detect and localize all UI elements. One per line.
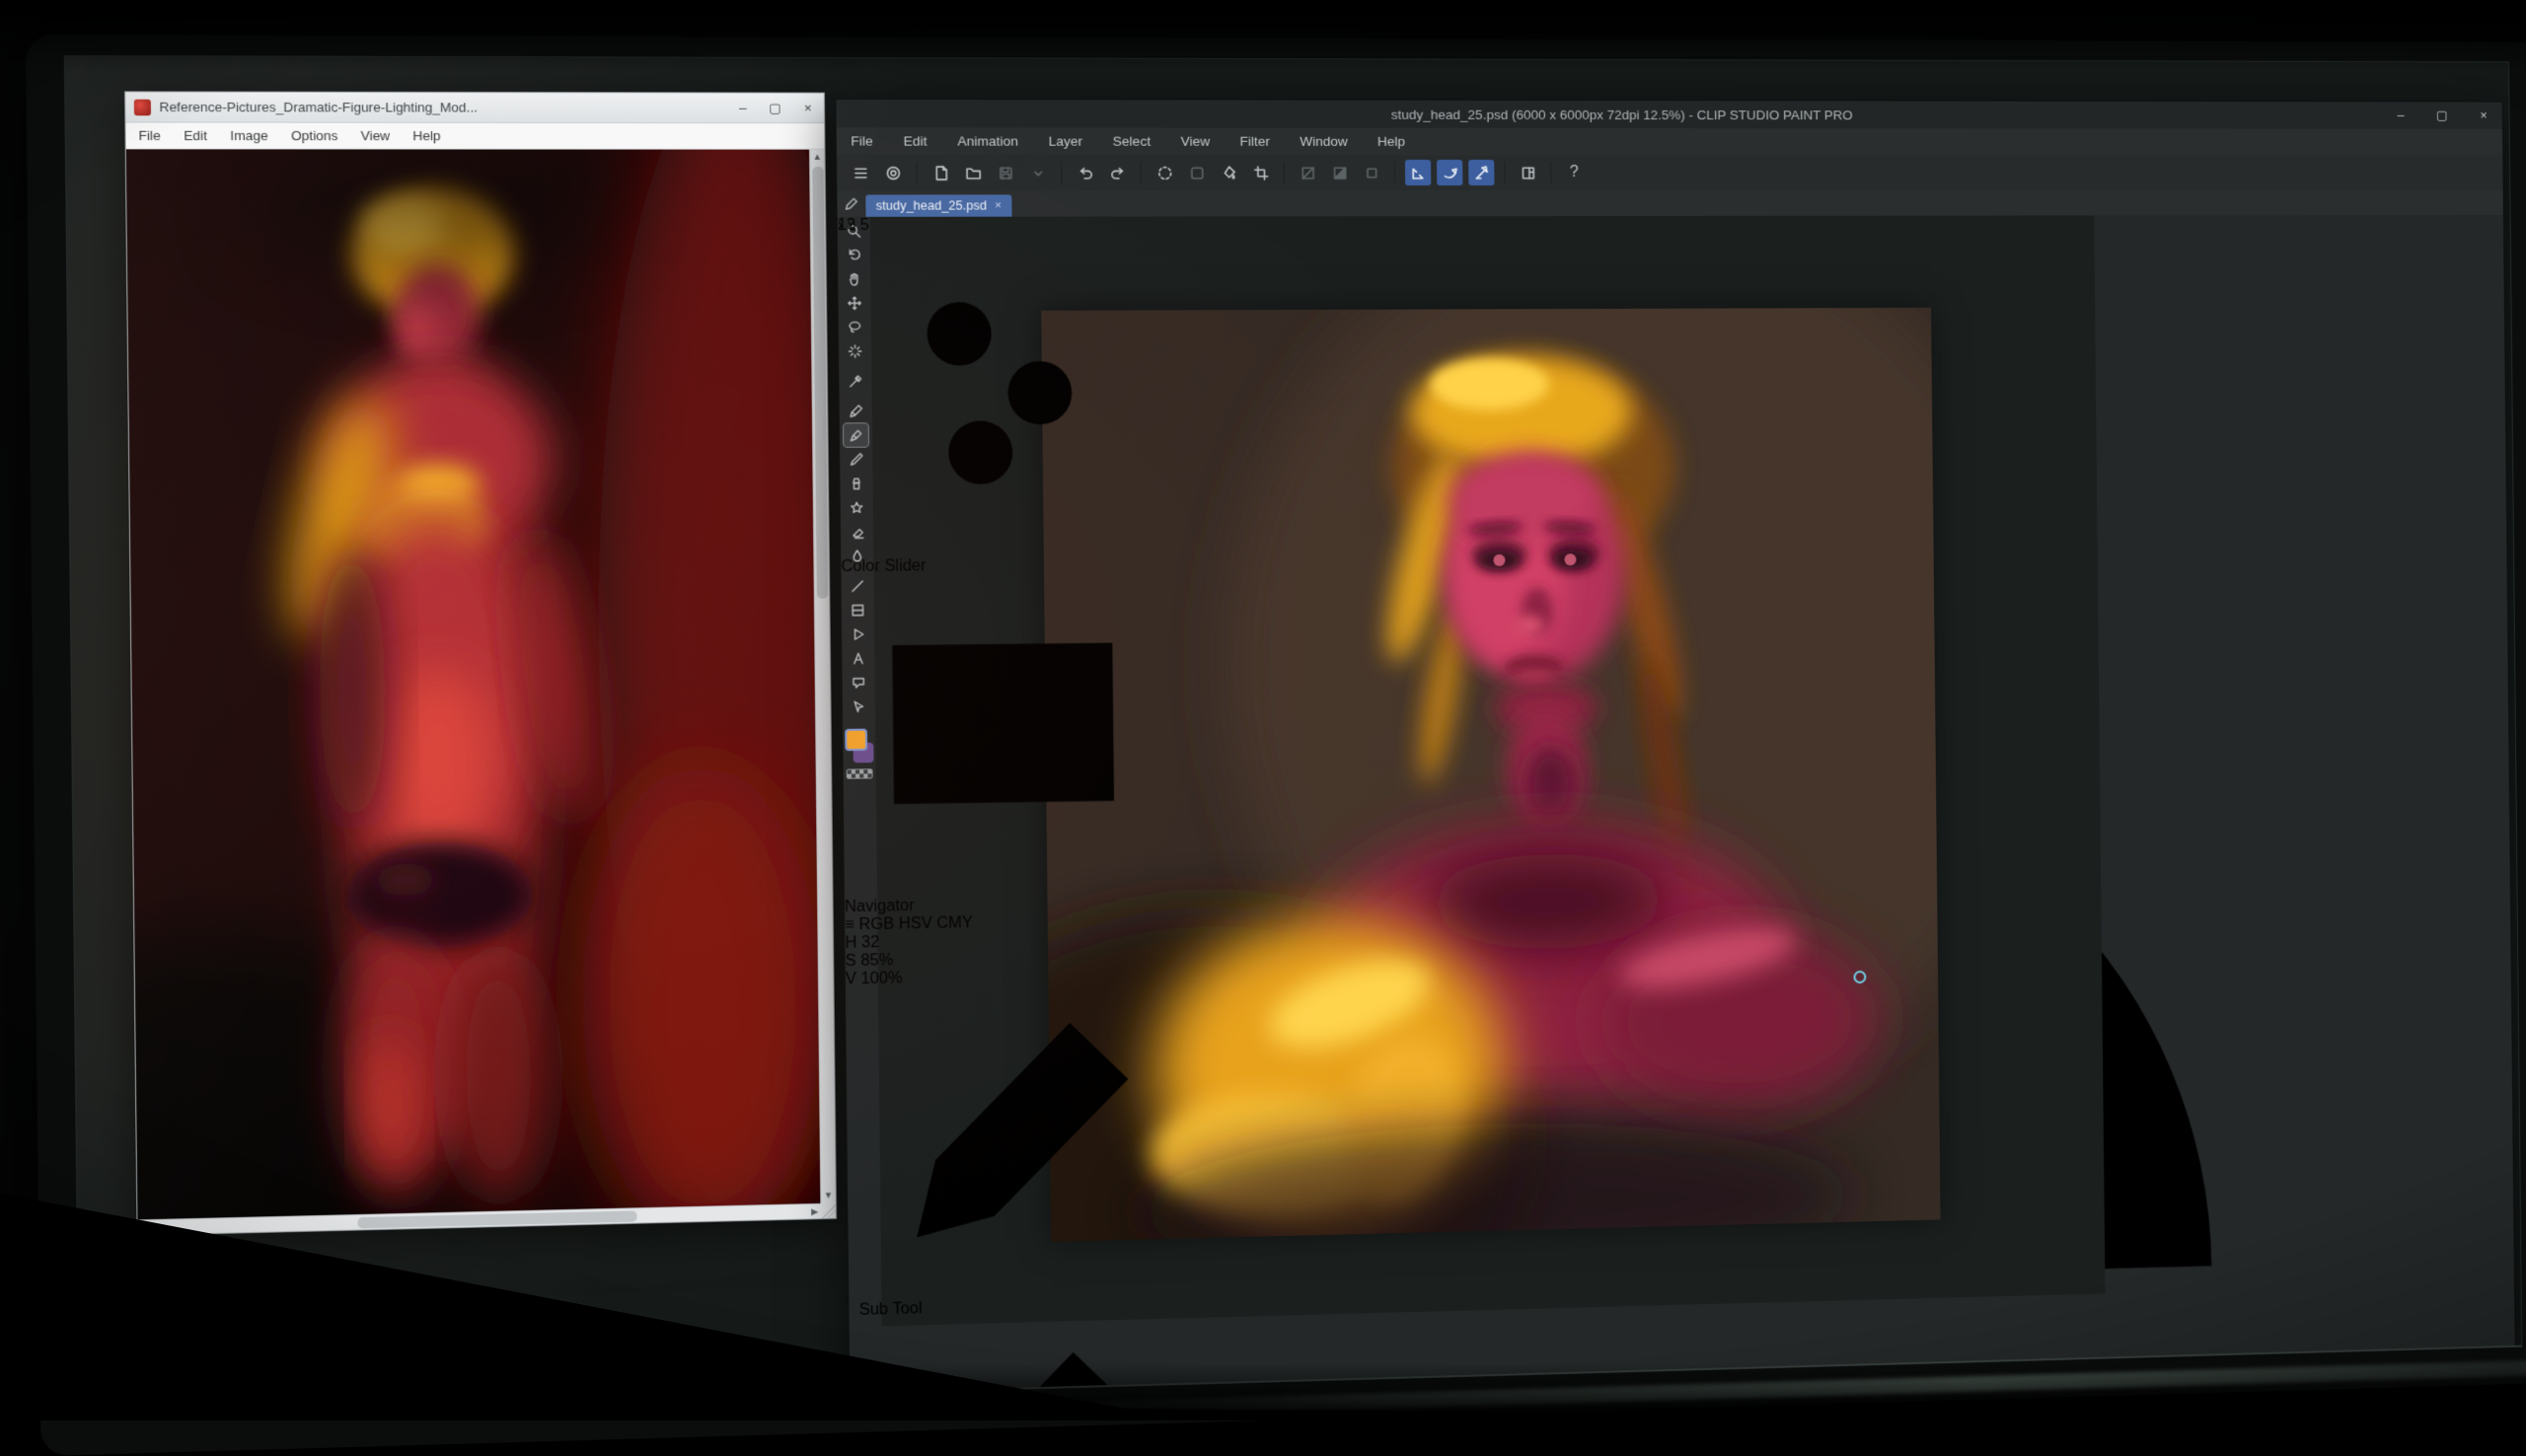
invert-selection-icon[interactable] [1326,160,1353,185]
csp-window-title: study_head_25.psd (6000 x 6000px 72dpi 1… [836,106,2382,122]
reference-menubar: File Edit Image Options View Help [125,122,824,149]
menu-view[interactable]: View [1180,134,1210,149]
document-tab-label: study_head_25.psd [876,198,987,212]
processing-spinner-icon [1152,160,1178,185]
menu-image[interactable]: Image [230,128,268,144]
reference-titlebar[interactable]: Reference-Pictures_Dramatic-Figure-Light… [125,92,824,123]
current-tool-pen-icon [844,196,860,212]
photo-scene: Reference-Pictures_Dramatic-Figure-Light… [0,0,2526,1420]
redo-icon[interactable] [1104,160,1131,185]
mode-rgb[interactable]: RGB [858,916,894,934]
value-label: V [846,971,856,988]
value-value: 100% [860,970,902,987]
clip-studio-paint-window: study_head_25.psd (6000 x 6000px 72dpi 1… [835,99,2515,1400]
delete-selection-icon[interactable] [1183,160,1210,185]
minimize-icon[interactable]: – [739,100,747,115]
maximize-icon[interactable]: ▢ [2436,108,2448,123]
reference-photo [126,149,821,1219]
undo-icon[interactable] [1072,160,1098,185]
menu-help[interactable]: Help [1377,134,1405,149]
mode-hsv[interactable]: HSV [899,915,932,933]
menu-file[interactable]: File [138,128,160,144]
deselect-icon[interactable] [1295,160,1321,185]
saturation-label: S [846,953,856,970]
tab-label: Color Slider [841,557,926,575]
menu-filter[interactable]: Filter [1239,134,1270,149]
painting-canvas[interactable] [1041,308,1940,1242]
csp-command-bar: ? [837,155,2503,191]
collapse-dock-icon[interactable]: › [838,217,844,234]
csp-menubar: File Edit Animation Layer Select View Fi… [837,127,2503,155]
pen-display-tablet: Reference-Pictures_Dramatic-Figure-Light… [26,35,2526,1456]
reference-window-title: Reference-Pictures_Dramatic-Figure-Light… [159,100,730,115]
selection-border-icon[interactable] [1359,160,1384,185]
close-icon[interactable]: × [804,100,812,115]
menu-view[interactable]: View [361,128,391,143]
workspace-panel-icon[interactable] [1515,160,1540,185]
tab-color-slider[interactable]: Color Slider [841,537,1161,574]
help-icon[interactable]: ? [1561,160,1587,185]
tab-navigator[interactable]: Navigator [845,876,1165,916]
menu-help[interactable]: Help [412,128,440,143]
image-viewer-app-icon [134,99,151,115]
menu-options[interactable]: Options [291,128,338,143]
sub-tool-panel: Sub Tool Tool property (Noah's first bru… [846,983,1188,1417]
csp-titlebar[interactable]: study_head_25.psd (6000 x 6000px 72dpi 1… [836,100,2502,129]
snap-to-ruler-icon[interactable] [1405,160,1431,185]
color-slider-panel: Color Slider Navigator ≡ RGB HSV [838,235,1166,989]
save-dropdown-icon[interactable] [1024,160,1051,185]
resize-grip[interactable] [820,1202,836,1218]
maximize-icon[interactable]: ▢ [769,100,781,115]
tablet-screen: Reference-Pictures_Dramatic-Figure-Light… [64,55,2523,1417]
tab-label: Sub Tool [859,1300,923,1319]
close-icon[interactable]: × [2480,108,2487,123]
crop-icon[interactable] [1247,160,1274,185]
menu-edit[interactable]: Edit [904,133,928,148]
clip-studio-logo-icon[interactable] [879,160,906,185]
hue-label: H [845,935,856,953]
main-menu-icon[interactable] [847,160,873,185]
menu-select[interactable]: Select [1113,134,1151,149]
scrollbar-thumb[interactable] [812,167,828,599]
close-tab-icon[interactable]: × [995,199,1002,211]
open-file-icon[interactable] [960,160,987,185]
reference-viewer-window: Reference-Pictures_Dramatic-Figure-Light… [124,91,837,1236]
snap-to-grid-icon[interactable] [1468,160,1494,185]
hue-value: 32 [861,934,880,952]
panel-dock-header: › » [838,216,1158,235]
menu-animation[interactable]: Animation [957,133,1018,148]
panel-menu-icon[interactable]: ≡ [845,916,854,933]
saturation-value: 85% [860,952,893,970]
minimize-icon[interactable]: – [2397,108,2404,123]
scroll-down-icon[interactable]: ▼ [824,1188,833,1202]
scroll-up-icon[interactable]: ▲ [813,150,822,165]
fill-icon[interactable] [1216,160,1242,185]
save-icon[interactable] [992,160,1018,185]
document-tab[interactable]: study_head_25.psd × [865,194,1011,216]
new-file-icon[interactable] [928,160,954,185]
menu-layer[interactable]: Layer [1049,134,1083,149]
menu-edit[interactable]: Edit [184,128,207,144]
menu-file[interactable]: File [851,133,873,148]
snap-to-special-ruler-icon[interactable] [1437,160,1462,185]
collapse-all-dock-icon[interactable]: » [848,217,856,234]
menu-window[interactable]: Window [1300,134,1348,149]
tab-label: Navigator [845,898,915,915]
scroll-right-icon[interactable]: ▶ [811,1205,820,1216]
mode-cmy[interactable]: CMY [936,914,973,932]
